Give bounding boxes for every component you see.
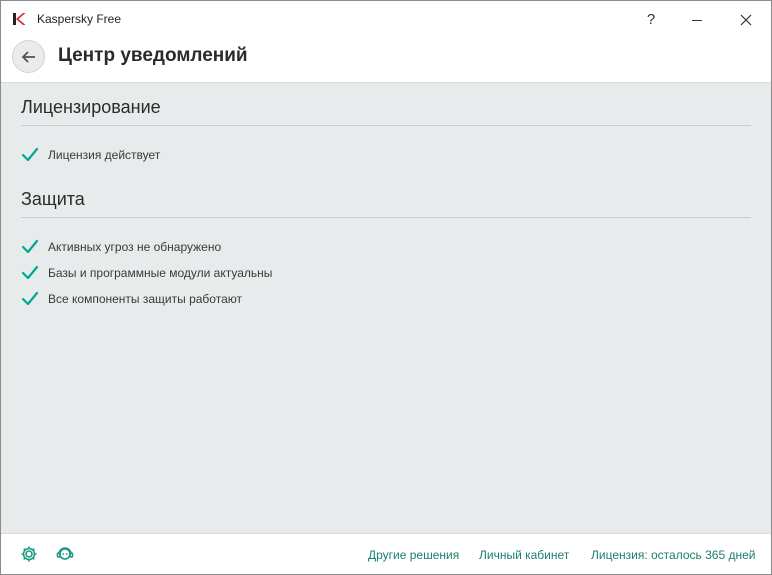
status-text: Лицензия действует <box>48 148 161 162</box>
link-my-account[interactable]: Личный кабинет <box>479 548 569 562</box>
section-licensing: Лицензирование Лицензия действует <box>21 97 751 168</box>
status-text: Базы и программные модули актуальны <box>48 266 273 280</box>
check-icon <box>21 291 39 306</box>
link-other-solutions[interactable]: Другие решения <box>368 548 459 562</box>
help-icon: ? <box>646 11 656 28</box>
status-item-components-working: Все компоненты защиты работают <box>21 286 751 312</box>
kaspersky-logo-icon <box>13 13 26 25</box>
status-list: Активных угроз не обнаружено Базы и прог… <box>21 234 751 312</box>
status-item-license-active: Лицензия действует <box>21 142 751 168</box>
status-text: Все компоненты защиты работают <box>48 292 242 306</box>
minimize-icon <box>692 19 702 21</box>
section-protection: Защита Активных угроз не обнаружено Базы… <box>21 189 751 312</box>
status-text: Активных угроз не обнаружено <box>48 240 222 254</box>
gear-icon[interactable] <box>20 545 38 563</box>
check-icon <box>21 239 39 254</box>
minimize-button[interactable] <box>674 1 720 38</box>
section-title: Защита <box>21 189 751 218</box>
window-title: Kaspersky Free <box>37 12 122 26</box>
page-header: Центр уведомлений <box>1 38 771 83</box>
link-license-days-left[interactable]: Лицензия: осталось 365 дней <box>591 548 755 562</box>
close-button[interactable] <box>723 1 769 38</box>
help-button[interactable]: ? <box>628 1 674 38</box>
check-icon <box>21 265 39 280</box>
section-title: Лицензирование <box>21 97 751 126</box>
notification-center-content: Лицензирование Лицензия действует Защита… <box>1 83 771 533</box>
status-item-databases-up-to-date: Базы и программные модули актуальны <box>21 260 751 286</box>
app-window: Kaspersky Free ? Центр уведомлений Лицен… <box>0 0 772 575</box>
status-list: Лицензия действует <box>21 142 751 168</box>
support-agent-icon[interactable] <box>56 545 74 563</box>
title-bar[interactable]: Kaspersky Free ? <box>1 1 771 38</box>
arrow-left-icon <box>21 50 35 63</box>
close-icon <box>740 14 752 25</box>
check-icon <box>21 147 39 162</box>
page-title: Центр уведомлений <box>58 45 248 66</box>
footer-bar: Другие решения Личный кабинет Лицензия: … <box>1 533 771 574</box>
back-button[interactable] <box>12 40 45 73</box>
status-item-no-threats: Активных угроз не обнаружено <box>21 234 751 260</box>
